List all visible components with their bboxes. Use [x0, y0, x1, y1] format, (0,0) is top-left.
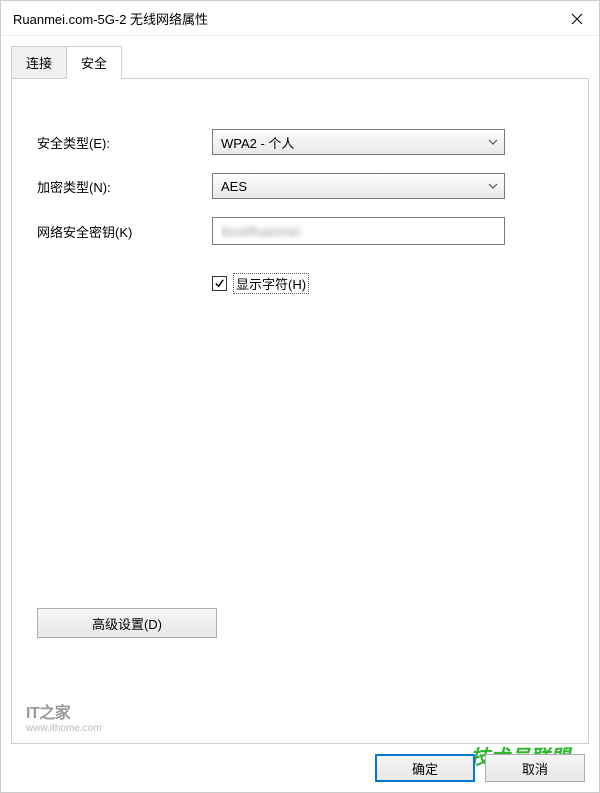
select-encryption-type-value: AES: [221, 179, 247, 194]
select-security-type[interactable]: WPA2 - 个人: [212, 129, 505, 155]
tabs-row: 连接 安全: [11, 46, 589, 79]
tab-panel-security: 安全类型(E): WPA2 - 个人 加密类型(N): AES 网络安全密钥(K…: [11, 78, 589, 744]
label-encryption-type: 加密类型(N):: [37, 177, 212, 196]
row-network-key: 网络安全密钥(K): [37, 217, 563, 245]
row-security-type: 安全类型(E): WPA2 - 个人: [37, 129, 563, 155]
input-network-key[interactable]: [212, 217, 505, 245]
chevron-down-icon: [488, 139, 498, 145]
titlebar: Ruanmei.com-5G-2 无线网络属性: [1, 1, 599, 36]
label-security-type: 安全类型(E):: [37, 133, 212, 152]
chevron-down-icon: [488, 183, 498, 189]
close-icon: [571, 13, 583, 25]
label-network-key: 网络安全密钥(K): [37, 222, 212, 241]
cancel-button[interactable]: 取消: [485, 754, 585, 782]
select-encryption-type[interactable]: AES: [212, 173, 505, 199]
row-encryption-type: 加密类型(N): AES: [37, 173, 563, 199]
watermark-ithome: IT之家 www.ithome.com: [26, 704, 102, 735]
ok-button[interactable]: 确定: [375, 754, 475, 782]
tab-security[interactable]: 安全: [66, 46, 122, 79]
close-button[interactable]: [554, 1, 599, 36]
label-show-chars[interactable]: 显示字符(H): [233, 273, 309, 294]
select-security-type-value: WPA2 - 个人: [221, 133, 294, 152]
checkbox-show-chars[interactable]: [212, 276, 227, 291]
tab-connection[interactable]: 连接: [11, 46, 67, 79]
tabs-container: 连接 安全 安全类型(E): WPA2 - 个人 加密类型(N): AES 网络…: [1, 36, 599, 744]
window-title: Ruanmei.com-5G-2 无线网络属性: [13, 9, 208, 28]
window: Ruanmei.com-5G-2 无线网络属性 连接 安全 安全类型(E): W…: [0, 0, 600, 793]
dialog-button-row: 技术员联盟 www.jsgho.com 确定 取消: [1, 744, 599, 792]
row-show-chars: 显示字符(H): [212, 273, 563, 294]
check-icon: [214, 278, 225, 289]
advanced-settings-button[interactable]: 高级设置(D): [37, 608, 217, 638]
